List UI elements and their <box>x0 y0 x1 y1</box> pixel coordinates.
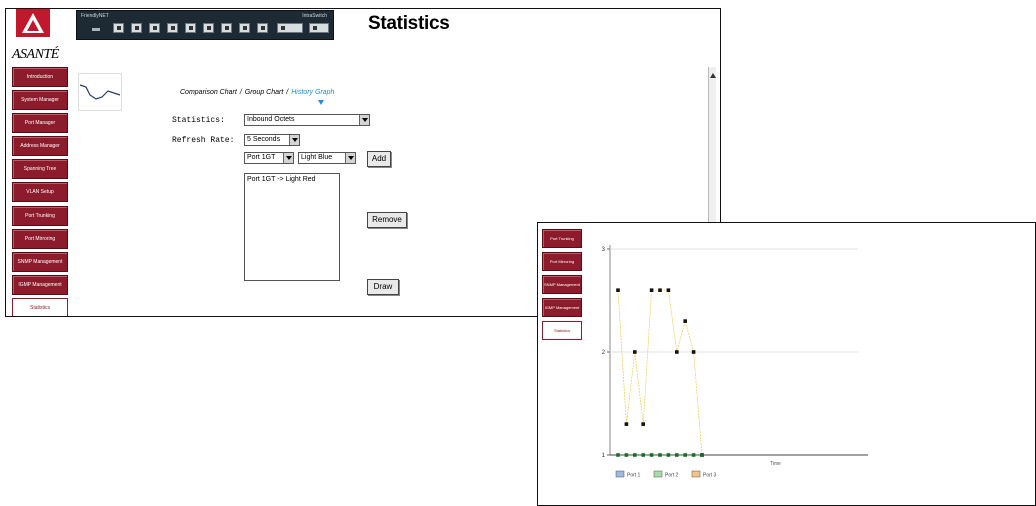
page-title: Statistics <box>368 13 450 34</box>
data-point <box>624 453 629 457</box>
sidebar-item-port-mirroring[interactable]: Port Mirroring <box>12 228 68 249</box>
sidebar-item-port-manager[interactable]: Port Manager <box>12 113 68 134</box>
legend-swatch <box>653 470 663 478</box>
port-icon[interactable] <box>203 23 214 33</box>
y-tick-label: 2 <box>602 350 606 356</box>
data-point <box>675 350 679 354</box>
device-brand: FriendlyNET <box>81 13 109 19</box>
history-graph-thumbnail-icon <box>78 73 122 111</box>
port-select-value: Port 1GT <box>247 154 276 161</box>
chevron-down-icon <box>359 115 369 125</box>
data-point <box>633 453 637 457</box>
port-icon[interactable] <box>113 23 124 33</box>
draw-button[interactable]: Draw <box>367 279 399 295</box>
device-model: IntraSwitch <box>302 13 327 19</box>
gigabit-port-icon[interactable] <box>277 23 303 33</box>
port-icon[interactable] <box>185 23 196 33</box>
data-point <box>641 422 645 426</box>
left-panel: ASANTÉ Introduction System Manager Port Ma… <box>6 9 70 316</box>
color-select[interactable]: Light Blue <box>298 152 356 164</box>
legend-label: Port 3 <box>703 473 717 479</box>
series-line <box>617 289 703 456</box>
port-select[interactable]: Port 1GT <box>244 152 294 164</box>
data-point <box>624 422 629 426</box>
sidebar-item-port-mirroring[interactable]: Port Mirroring <box>542 252 582 271</box>
data-point <box>641 453 645 457</box>
list-item[interactable]: Port 1GT -> Light Red <box>247 176 337 183</box>
history-graph-window: Port Trunking Port Mirroring SNMP Manageme… <box>537 222 1036 506</box>
refresh-rate-value: 5 Seconds <box>247 136 281 143</box>
breadcrumb: Comparison Chart / Group Chart / History Gra… <box>180 89 335 96</box>
current-indicator-icon <box>318 100 324 105</box>
data-point <box>666 288 671 292</box>
data-point <box>649 453 654 457</box>
sidebar-item-introduction[interactable]: Introduction <box>12 67 68 87</box>
refresh-rate-select[interactable]: 5 Seconds <box>244 134 300 146</box>
gigabit-port-icon[interactable] <box>309 23 329 33</box>
data-point <box>666 453 671 457</box>
asante-logo-icon <box>16 9 50 37</box>
logo-text: ASANTÉ <box>12 47 59 62</box>
sidebar-item-port-trunking[interactable]: Port Trunking <box>542 229 582 248</box>
sidebar-item-igmp-management[interactable]: IGMP Management <box>542 298 582 317</box>
data-point <box>616 453 620 457</box>
port-icon[interactable] <box>149 23 160 33</box>
sidebar-nav: Introduction System Manager Port Manager Ad… <box>12 67 68 316</box>
sidebar-item-snmp-management[interactable]: SNMP Management <box>12 251 68 272</box>
breadcrumb-comparison-chart[interactable]: Comparison Chart <box>180 89 237 96</box>
sidebar-item-statistics[interactable]: Statistics <box>542 321 582 340</box>
port-icon[interactable] <box>257 23 268 33</box>
sidebar-item-port-trunking[interactable]: Port Trunking <box>12 205 68 226</box>
sidebar-item-snmp-management[interactable]: SNMP Management <box>542 275 582 294</box>
chart-sidebar-nav: Port Trunking Port Mirroring SNMP Manageme… <box>542 229 582 344</box>
sidebar-item-system-manager[interactable]: System Manager <box>12 90 68 111</box>
legend-label: Port 1 <box>627 473 641 479</box>
sidebar-item-statistics[interactable]: Statistics <box>12 297 68 316</box>
data-point <box>675 453 679 457</box>
data-point <box>616 288 620 292</box>
legend-swatch <box>615 470 625 478</box>
statistics-select-value: Inbound Octets <box>247 116 295 123</box>
port-icon[interactable] <box>221 23 232 33</box>
breadcrumb-group-chart[interactable]: Group Chart <box>245 89 284 96</box>
sidebar-item-igmp-management[interactable]: IGMP Management <box>12 274 68 295</box>
remove-button[interactable]: Remove <box>367 212 407 228</box>
x-axis-label: Time <box>770 461 781 467</box>
statistics-select[interactable]: Inbound Octets <box>244 114 370 126</box>
port-icon[interactable] <box>167 23 178 33</box>
data-point <box>683 319 687 323</box>
data-point <box>700 453 704 457</box>
power-led-icon <box>92 28 100 31</box>
data-point <box>683 453 687 457</box>
sidebar-item-address-manager[interactable]: Address Manager <box>12 136 68 157</box>
history-line-chart: 1 2 3 Time Port 1 Port 2 Port 3 <box>602 245 868 479</box>
y-tick-label: 3 <box>602 247 606 253</box>
data-point <box>691 453 696 457</box>
y-tick-label: 1 <box>602 453 606 459</box>
statistics-label: Statistics: <box>172 116 225 125</box>
breadcrumb-history-graph: History Graph <box>291 89 335 96</box>
port-color-list[interactable]: Port 1GT -> Light Red <box>244 173 340 281</box>
port-icon[interactable] <box>131 23 142 33</box>
color-select-value: Light Blue <box>301 154 333 161</box>
data-point <box>633 350 637 354</box>
add-button[interactable]: Add <box>367 151 391 167</box>
port-icon[interactable] <box>239 23 250 33</box>
data-point <box>691 350 696 354</box>
chevron-down-icon <box>345 153 355 163</box>
legend-label: Port 2 <box>665 473 679 479</box>
data-point <box>658 288 662 292</box>
device-panel[interactable]: FriendlyNET IntraSwitch <box>76 10 334 40</box>
sidebar-item-spanning-tree[interactable]: Spanning Tree <box>12 159 68 180</box>
data-point <box>658 453 662 457</box>
refresh-rate-label: Refresh Rate: <box>172 136 235 145</box>
data-point <box>649 288 654 292</box>
scroll-up-icon[interactable] <box>710 73 716 78</box>
chevron-down-icon <box>289 135 299 145</box>
chevron-down-icon <box>283 153 293 163</box>
legend-swatch <box>691 470 701 478</box>
sidebar-item-vlan-setup[interactable]: VLAN Setup <box>12 182 68 203</box>
